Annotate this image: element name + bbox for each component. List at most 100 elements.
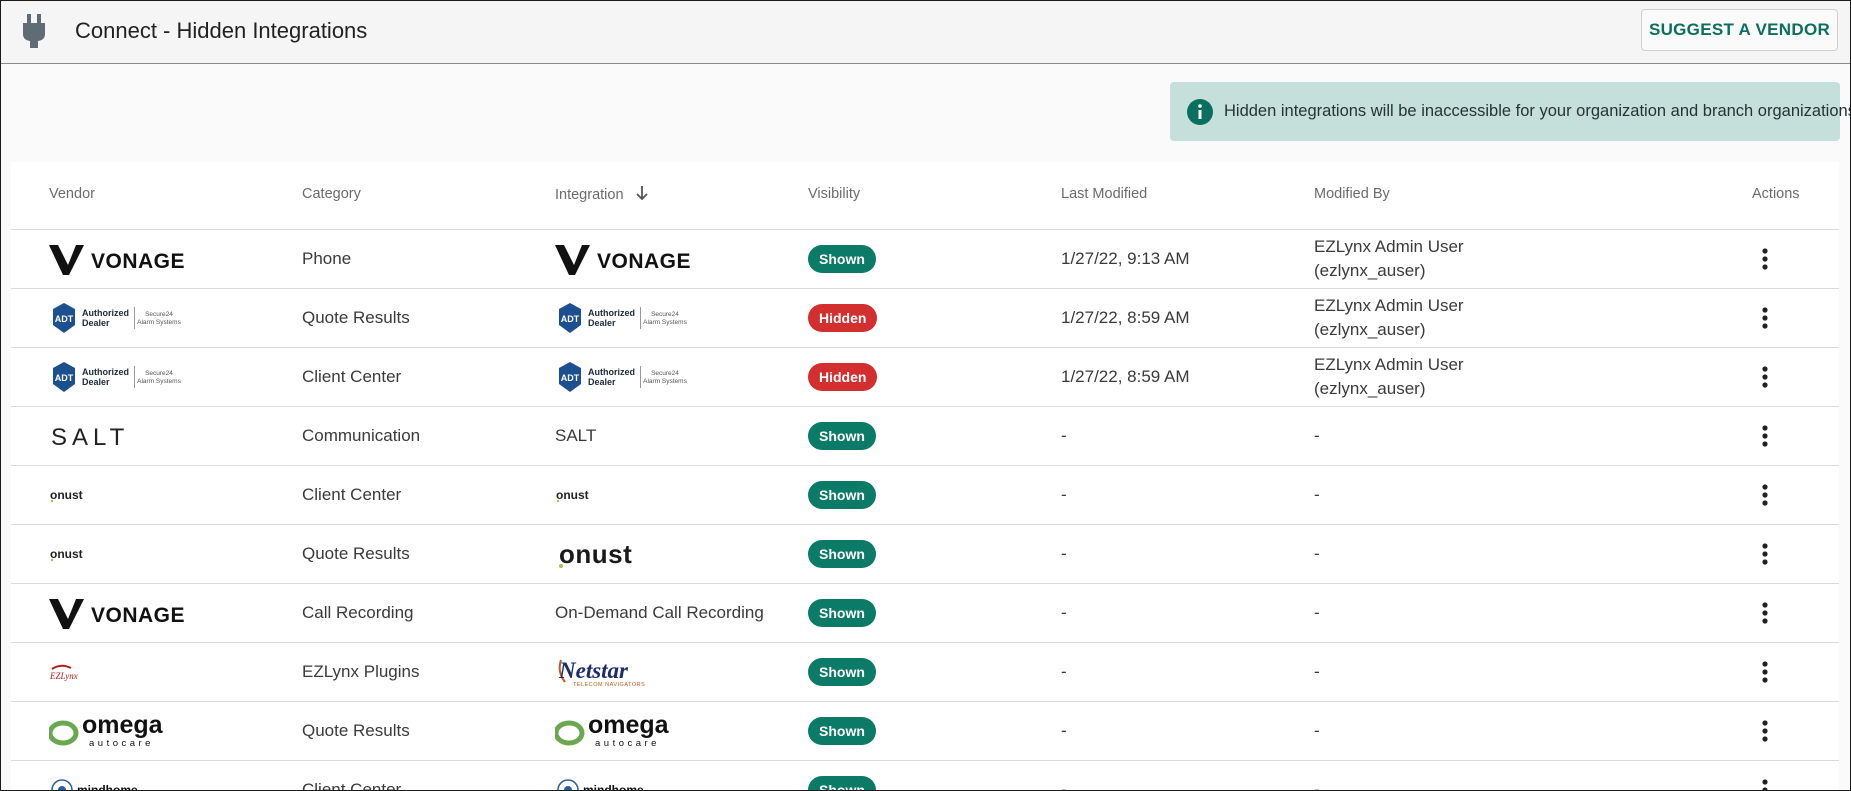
status-badge: Shown <box>808 422 876 450</box>
svg-text:SALT: SALT <box>51 424 129 450</box>
svg-text:onust: onust <box>559 540 632 568</box>
info-banner: Hidden integrations will be inaccessible… <box>1170 82 1850 141</box>
svg-text:EZLynx: EZLynx <box>49 671 78 681</box>
actions-cell <box>1745 466 1785 524</box>
modified-by-name: - <box>1314 780 1320 791</box>
more-vert-icon[interactable] <box>1762 366 1768 388</box>
actions-cell <box>1745 584 1785 642</box>
actions-cell <box>1745 407 1785 465</box>
modified-by-name: EZLynx Admin User <box>1314 355 1464 374</box>
status-badge: Hidden <box>808 304 878 332</box>
more-vert-icon[interactable] <box>1762 248 1768 270</box>
modified-by-name: EZLynx Admin User <box>1314 237 1464 256</box>
table-row[interactable]: VONAGE Call Recording On-Demand Call Recor… <box>11 584 1839 643</box>
table-row[interactable]: ADT Authorized Dealer Secure24 Alarm Systems… <box>11 289 1839 348</box>
svg-text:Netstar: Netstar <box>558 658 629 683</box>
svg-text:VONAGE: VONAGE <box>91 604 185 627</box>
column-header-modified-by[interactable]: Modified By <box>1314 186 1390 202</box>
modified-by-username: (ezlynx_auser) <box>1314 379 1426 398</box>
modified-by-text: - <box>1314 483 1320 507</box>
modified-by-text: EZLynx Admin User (ezlynx_auser) <box>1314 294 1464 342</box>
more-vert-icon[interactable] <box>1762 307 1768 329</box>
table-row[interactable]: onust Quote Results onust Shown - - <box>11 525 1839 584</box>
svg-text:Alarm Systems: Alarm Systems <box>137 319 181 326</box>
onust-logo: onust <box>50 547 83 562</box>
modified-by-text: - <box>1314 542 1320 566</box>
visibility-cell: Shown <box>808 761 1008 790</box>
vendor-cell: EZLynx <box>49 643 289 701</box>
svg-text:omega: omega <box>588 713 670 739</box>
onust-logo: onust <box>556 488 589 503</box>
svg-text:omega: omega <box>82 713 164 739</box>
column-header-integration[interactable]: Integration <box>555 186 648 203</box>
onust-logo: onust <box>50 488 83 503</box>
vendor-cell: omega autocare <box>49 702 289 760</box>
status-badge: Shown <box>808 245 876 273</box>
actions-cell <box>1745 643 1785 701</box>
table-row[interactable]: EZLynx EZLynx Plugins Netstar TELECOM NAVIG… <box>11 643 1839 702</box>
last-modified-cell: - <box>1061 426 1067 445</box>
omega-logo: omegaautocare <box>555 713 670 749</box>
vendor-cell: mindhome <box>49 761 289 791</box>
more-vert-icon[interactable] <box>1762 779 1768 791</box>
vonage-logo: VONAGE <box>49 599 185 629</box>
status-badge: Shown <box>808 658 876 686</box>
svg-text:ADT: ADT <box>55 373 74 383</box>
actions-cell <box>1745 525 1785 583</box>
actions-cell <box>1745 761 1785 791</box>
vonage-logo: VONAGE <box>49 245 185 275</box>
table-row[interactable]: ADT Authorized Dealer Secure24 Alarm Systems… <box>11 348 1839 407</box>
banner-text: Hidden integrations will be inaccessible… <box>1224 102 1851 120</box>
info-icon <box>1187 98 1213 125</box>
vendor-cell: SALT <box>49 407 289 465</box>
svg-text:Authorized: Authorized <box>82 308 129 318</box>
more-vert-icon[interactable] <box>1762 661 1768 683</box>
svg-text:Authorized: Authorized <box>82 367 129 377</box>
integration-cell: ADT Authorized Dealer Secure24 Alarm Systems <box>555 289 795 347</box>
category-cell: Quote Results <box>302 721 410 740</box>
more-vert-icon[interactable] <box>1762 720 1768 742</box>
table-row[interactable]: mindhome Client Center mindhome Shown - - <box>11 761 1839 791</box>
integration-cell: VONAGE <box>555 230 795 288</box>
table-row[interactable]: SALT Communication SALT Shown - - <box>11 407 1839 466</box>
table-header: Vendor Category Integration Visibility L… <box>11 162 1839 230</box>
more-vert-icon[interactable] <box>1762 602 1768 624</box>
table-row[interactable]: VONAGE Phone VONAGE Shown 1/27/22, 9:13 AM EZ… <box>11 230 1839 289</box>
column-header-category[interactable]: Category <box>302 186 361 202</box>
app-frame: Connect - Hidden Integrations SUGGEST A … <box>0 0 1851 791</box>
status-badge: Shown <box>808 717 876 745</box>
actions-cell <box>1745 230 1785 288</box>
integration-cell: SALT <box>555 407 795 465</box>
onust-logo: onust <box>559 540 632 568</box>
modified-by-name: - <box>1314 662 1320 681</box>
svg-text:Dealer: Dealer <box>588 318 616 328</box>
integration-cell: mindhome <box>555 761 795 790</box>
table-row[interactable]: onust Client Center onust Shown - - <box>11 466 1839 525</box>
modified-by-name: - <box>1314 485 1320 504</box>
visibility-cell: Shown <box>808 230 1008 288</box>
adt-logo: ADT AuthorizedDealer Secure24Alarm Systems <box>53 362 182 392</box>
modified-by-text: - <box>1314 778 1320 791</box>
column-header-vendor[interactable]: Vendor <box>49 186 95 202</box>
table-row[interactable]: omega autocare Quote Results omega autocare S… <box>11 702 1839 761</box>
modified-by-text: EZLynx Admin User (ezlynx_auser) <box>1314 235 1464 283</box>
svg-text:TELECOM NAVIGATORS: TELECOM NAVIGATORS <box>573 682 645 688</box>
last-modified-cell: - <box>1061 662 1067 681</box>
visibility-cell: Shown <box>808 702 1008 760</box>
modified-by-name: - <box>1314 603 1320 622</box>
more-vert-icon[interactable] <box>1762 425 1768 447</box>
svg-text:ADT: ADT <box>561 314 580 324</box>
more-vert-icon[interactable] <box>1762 484 1768 506</box>
suggest-vendor-button[interactable]: SUGGEST A VENDOR <box>1641 9 1838 51</box>
last-modified-cell: - <box>1061 544 1067 563</box>
last-modified-cell: - <box>1061 485 1067 504</box>
netstar-logo: NetstarTELECOM NAVIGATORS <box>558 658 645 688</box>
svg-text:mindhome: mindhome <box>77 783 138 791</box>
modified-by-text: - <box>1314 601 1320 625</box>
svg-text:Dealer: Dealer <box>82 377 110 387</box>
column-header-last-modified[interactable]: Last Modified <box>1061 186 1147 202</box>
more-vert-icon[interactable] <box>1762 543 1768 565</box>
modified-by-text: - <box>1314 660 1320 684</box>
status-badge: Shown <box>808 481 876 509</box>
column-header-visibility[interactable]: Visibility <box>808 186 860 202</box>
